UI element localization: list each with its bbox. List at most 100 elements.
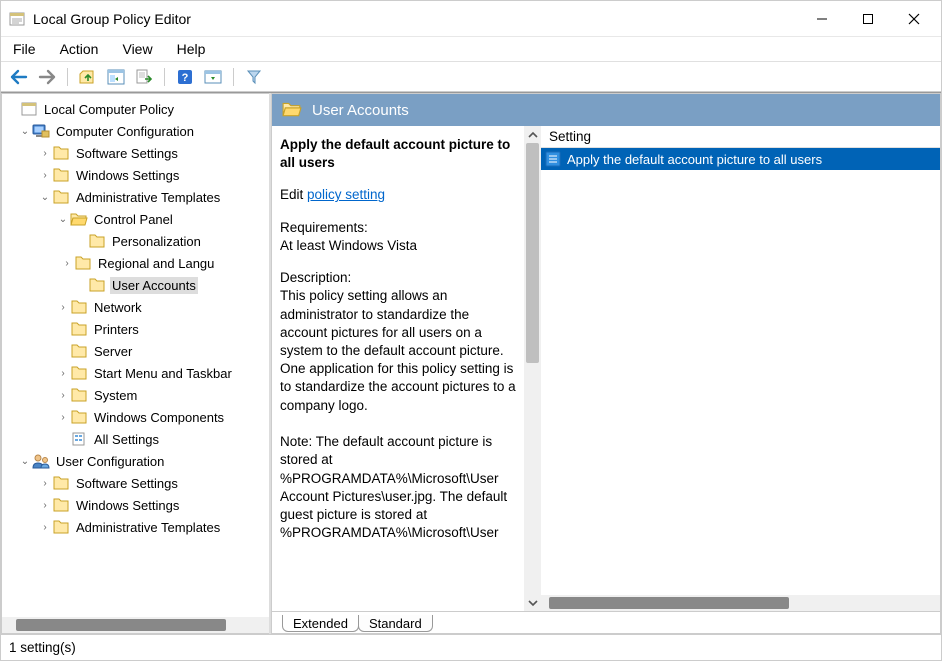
tree-start-menu[interactable]: › Start Menu and Taskbar xyxy=(2,362,269,384)
user-icon xyxy=(32,453,50,469)
tree-system[interactable]: › System xyxy=(2,384,269,406)
tree-admin-templates[interactable]: ⌄ Administrative Templates xyxy=(2,186,269,208)
close-button[interactable] xyxy=(891,4,937,34)
title-bar: Local Group Policy Editor xyxy=(1,1,941,37)
tree-user-windows[interactable]: › Windows Settings xyxy=(2,494,269,516)
policy-item-icon xyxy=(545,151,561,167)
menu-view[interactable]: View xyxy=(118,39,156,59)
requirements-label: Requirements: xyxy=(280,219,516,237)
tree-label: Control Panel xyxy=(92,211,175,228)
toolbar-separator xyxy=(67,68,68,86)
column-header-setting: Setting xyxy=(549,129,591,144)
tree-view[interactable]: Local Computer Policy ⌄ Computer Configu… xyxy=(2,94,269,617)
scroll-up-arrow[interactable] xyxy=(524,126,541,143)
folder-icon xyxy=(74,255,92,271)
tree-network[interactable]: › Network xyxy=(2,296,269,318)
scrollbar-track[interactable] xyxy=(524,143,541,594)
tree-all-settings[interactable]: All Settings xyxy=(2,428,269,450)
tree-regional[interactable]: › Regional and Langu xyxy=(2,252,269,274)
menu-action[interactable]: Action xyxy=(56,39,103,59)
list-row[interactable]: Apply the default account picture to all… xyxy=(541,148,940,170)
tree-label: Software Settings xyxy=(74,475,180,492)
policy-title: Apply the default account picture to all… xyxy=(280,136,516,172)
tree-user-admin[interactable]: › Administrative Templates xyxy=(2,516,269,538)
chevron-down-icon[interactable]: ⌄ xyxy=(18,126,32,137)
tree-printers[interactable]: Printers xyxy=(2,318,269,340)
tree-server[interactable]: Server xyxy=(2,340,269,362)
chevron-right-icon[interactable]: › xyxy=(56,390,70,401)
toolbar-separator xyxy=(233,68,234,86)
chevron-down-icon[interactable]: ⌄ xyxy=(38,192,52,203)
tree-personalization[interactable]: Personalization xyxy=(2,230,269,252)
list-header-setting[interactable]: Setting xyxy=(541,126,940,148)
help-button[interactable]: ? xyxy=(173,65,197,89)
settings-list: Setting Apply the default account pictur… xyxy=(541,126,940,611)
chevron-down-icon[interactable]: ⌄ xyxy=(18,456,32,467)
tree-root[interactable]: Local Computer Policy xyxy=(2,98,269,120)
tree-horizontal-scrollbar[interactable] xyxy=(2,617,269,633)
edit-policy-link[interactable]: policy setting xyxy=(307,187,385,202)
chevron-right-icon[interactable]: › xyxy=(60,258,74,269)
toolbar-separator xyxy=(164,68,165,86)
minimize-button[interactable] xyxy=(799,4,845,34)
tree-control-panel[interactable]: ⌄ Control Panel xyxy=(2,208,269,230)
chevron-right-icon[interactable]: › xyxy=(38,522,52,533)
requirements-text: At least Windows Vista xyxy=(280,237,516,255)
svg-text:?: ? xyxy=(182,72,189,84)
scrollbar-thumb[interactable] xyxy=(549,597,789,609)
tree-label: Computer Configuration xyxy=(54,123,196,140)
chevron-right-icon[interactable]: › xyxy=(56,368,70,379)
folder-icon xyxy=(70,299,88,315)
folder-icon xyxy=(88,233,106,249)
tree-windows-settings[interactable]: › Windows Settings xyxy=(2,164,269,186)
tree-software-settings[interactable]: › Software Settings xyxy=(2,142,269,164)
chevron-right-icon[interactable]: › xyxy=(56,412,70,423)
tree-label: Administrative Templates xyxy=(74,519,222,536)
tree-label: Windows Components xyxy=(92,409,226,426)
tree-user-accounts[interactable]: User Accounts xyxy=(2,274,269,296)
tree-label: Software Settings xyxy=(74,145,180,162)
filter-button[interactable] xyxy=(242,65,266,89)
scrollbar-thumb[interactable] xyxy=(526,143,539,363)
tree-label: System xyxy=(92,387,139,404)
options-button[interactable] xyxy=(201,65,225,89)
settings-icon xyxy=(70,431,88,447)
menu-help[interactable]: Help xyxy=(173,39,210,59)
tab-extended[interactable]: Extended xyxy=(282,615,359,632)
description-vertical-scrollbar[interactable] xyxy=(524,126,541,611)
maximize-button[interactable] xyxy=(845,4,891,34)
tab-standard[interactable]: Standard xyxy=(358,615,433,632)
forward-button[interactable] xyxy=(35,65,59,89)
status-text: 1 setting(s) xyxy=(9,640,76,655)
window-title: Local Group Policy Editor xyxy=(33,11,799,27)
chevron-right-icon[interactable]: › xyxy=(38,148,52,159)
tree-label: Regional and Langu xyxy=(96,255,216,272)
export-list-button[interactable] xyxy=(132,65,156,89)
tree-user-software[interactable]: › Software Settings xyxy=(2,472,269,494)
tree-label: Personalization xyxy=(110,233,203,250)
up-button[interactable] xyxy=(76,65,100,89)
chevron-right-icon[interactable]: › xyxy=(38,170,52,181)
tree-computer-config[interactable]: ⌄ Computer Configuration xyxy=(2,120,269,142)
tree-user-config[interactable]: ⌄ User Configuration xyxy=(2,450,269,472)
tree-windows-components[interactable]: › Windows Components xyxy=(2,406,269,428)
tree-label: All Settings xyxy=(92,431,161,448)
show-hide-tree-button[interactable] xyxy=(104,65,128,89)
menu-file[interactable]: File xyxy=(9,39,40,59)
tree-label: Administrative Templates xyxy=(74,189,222,206)
list-horizontal-scrollbar[interactable] xyxy=(541,595,940,611)
back-button[interactable] xyxy=(7,65,31,89)
chevron-down-icon[interactable]: ⌄ xyxy=(56,214,70,225)
chevron-right-icon[interactable]: › xyxy=(38,500,52,511)
list-row-label: Apply the default account picture to all… xyxy=(567,152,822,167)
folder-icon xyxy=(52,167,70,183)
scroll-down-arrow[interactable] xyxy=(524,594,541,611)
list-body[interactable]: Apply the default account picture to all… xyxy=(541,148,940,595)
tree-label: Start Menu and Taskbar xyxy=(92,365,234,382)
scrollbar-thumb[interactable] xyxy=(16,619,226,631)
chevron-right-icon[interactable]: › xyxy=(38,478,52,489)
description-label: Description: xyxy=(280,269,516,287)
chevron-right-icon[interactable]: › xyxy=(56,302,70,313)
edit-prefix: Edit xyxy=(280,187,307,202)
menu-bar: File Action View Help xyxy=(1,37,941,62)
